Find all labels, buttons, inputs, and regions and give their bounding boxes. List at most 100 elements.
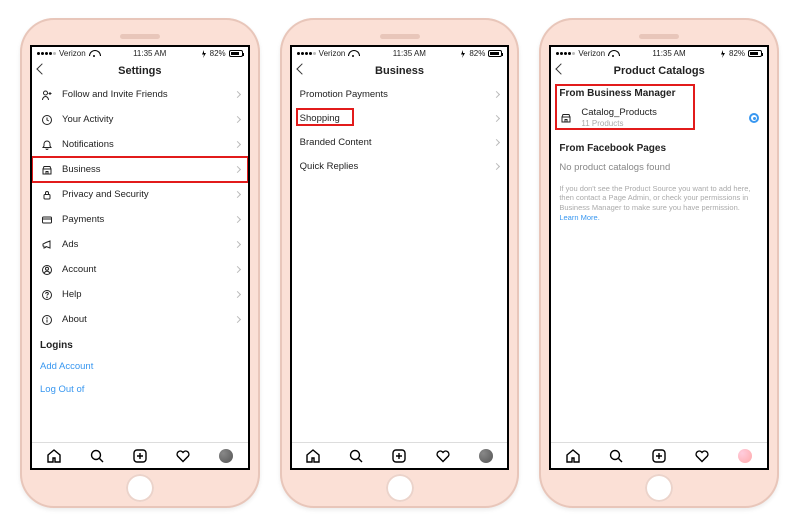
- header: Settings: [32, 60, 248, 82]
- info-icon: [40, 314, 54, 326]
- tab-activity[interactable]: [435, 448, 451, 464]
- signal-icon: [37, 52, 56, 55]
- learn-more-link[interactable]: Learn More.: [559, 213, 599, 222]
- avatar-icon: [219, 449, 233, 463]
- shop-icon: [559, 112, 573, 124]
- battery-icon: [229, 50, 243, 57]
- avatar-icon: [738, 449, 752, 463]
- battery-pct: 82%: [469, 49, 485, 58]
- tab-home[interactable]: [565, 448, 581, 464]
- row-promotion-payments[interactable]: Promotion Payments: [292, 82, 508, 106]
- carrier: Verizon: [319, 49, 346, 58]
- signal-icon: [556, 52, 575, 55]
- home-button[interactable]: [645, 474, 673, 502]
- page-title: Business: [375, 65, 424, 77]
- chevron-right-icon: [493, 138, 500, 145]
- tab-create[interactable]: [651, 448, 667, 464]
- tab-home[interactable]: [46, 448, 62, 464]
- radio-selected[interactable]: [749, 113, 759, 123]
- tab-create[interactable]: [391, 448, 407, 464]
- label: Shopping: [300, 113, 495, 124]
- charging-icon: [720, 50, 726, 58]
- row-catalog-products[interactable]: Catalog_Products 11 Products: [551, 103, 767, 133]
- tab-search[interactable]: [348, 448, 364, 464]
- wifi-icon: [608, 50, 618, 57]
- status-bar: Verizon 11:35 AM 82%: [32, 47, 248, 60]
- home-button[interactable]: [126, 474, 154, 502]
- label: Quick Replies: [300, 161, 495, 172]
- label: About: [62, 314, 235, 325]
- tab-bar: [32, 442, 248, 468]
- chevron-right-icon: [234, 116, 241, 123]
- tab-search[interactable]: [89, 448, 105, 464]
- page-title: Settings: [118, 65, 161, 77]
- row-about[interactable]: About: [32, 307, 248, 332]
- phone-2: Verizon 11:35 AM 82% Business Promotion …: [280, 18, 520, 508]
- chevron-right-icon: [493, 114, 500, 121]
- chevron-right-icon: [234, 266, 241, 273]
- catalog-count: 11 Products: [581, 119, 623, 128]
- tab-profile[interactable]: [478, 448, 494, 464]
- row-activity[interactable]: Your Activity: [32, 107, 248, 132]
- user-icon: [40, 264, 54, 276]
- header: Product Catalogs: [551, 60, 767, 82]
- chevron-right-icon: [234, 191, 241, 198]
- label: Notifications: [62, 139, 235, 150]
- back-button[interactable]: [38, 64, 50, 76]
- charging-icon: [201, 50, 207, 58]
- row-notifications[interactable]: Notifications: [32, 132, 248, 157]
- row-shopping[interactable]: Shopping: [292, 106, 508, 130]
- status-bar: Verizon 11:35 AM 82%: [551, 47, 767, 60]
- add-account-link[interactable]: Add Account: [32, 355, 248, 378]
- chevron-right-icon: [234, 316, 241, 323]
- tab-bar: [292, 442, 508, 468]
- clock: 11:35 AM: [652, 49, 685, 58]
- home-button[interactable]: [386, 474, 414, 502]
- wifi-icon: [89, 50, 99, 57]
- label: Your Activity: [62, 114, 235, 125]
- card-icon: [40, 214, 54, 226]
- label: Privacy and Security: [62, 189, 235, 200]
- row-follow-invite[interactable]: Follow and Invite Friends: [32, 82, 248, 107]
- empty-message: No product catalogs found: [551, 158, 767, 180]
- row-ads[interactable]: Ads: [32, 232, 248, 257]
- label: Help: [62, 289, 235, 300]
- clock: 11:35 AM: [133, 49, 166, 58]
- label: Business: [62, 164, 235, 175]
- row-help[interactable]: Help: [32, 282, 248, 307]
- tab-bar: [551, 442, 767, 468]
- tab-home[interactable]: [305, 448, 321, 464]
- tab-profile[interactable]: [218, 448, 234, 464]
- row-branded-content[interactable]: Branded Content: [292, 130, 508, 154]
- label: Follow and Invite Friends: [62, 89, 235, 100]
- back-button[interactable]: [557, 64, 569, 76]
- back-button[interactable]: [298, 64, 310, 76]
- chevron-right-icon: [234, 166, 241, 173]
- chevron-right-icon: [234, 141, 241, 148]
- bell-icon: [40, 139, 54, 151]
- page-title: Product Catalogs: [614, 65, 705, 77]
- logout-link[interactable]: Log Out of: [32, 378, 248, 401]
- row-payments[interactable]: Payments: [32, 207, 248, 232]
- chevron-right-icon: [234, 216, 241, 223]
- label: Account: [62, 264, 235, 275]
- tab-activity[interactable]: [694, 448, 710, 464]
- tab-search[interactable]: [608, 448, 624, 464]
- tab-profile[interactable]: [737, 448, 753, 464]
- battery-pct: 82%: [729, 49, 745, 58]
- catalog-label: Catalog_Products 11 Products: [581, 107, 749, 129]
- row-account[interactable]: Account: [32, 257, 248, 282]
- megaphone-icon: [40, 239, 54, 251]
- chevron-right-icon: [493, 162, 500, 169]
- row-quick-replies[interactable]: Quick Replies: [292, 154, 508, 178]
- header: Business: [292, 60, 508, 82]
- catalogs-body: From Business Manager Catalog_Products 1…: [551, 82, 767, 442]
- help-icon: [40, 289, 54, 301]
- lock-icon: [40, 189, 54, 201]
- tab-create[interactable]: [132, 448, 148, 464]
- section-facebook-pages: From Facebook Pages: [551, 133, 767, 158]
- chevron-right-icon: [234, 91, 241, 98]
- row-privacy[interactable]: Privacy and Security: [32, 182, 248, 207]
- tab-activity[interactable]: [175, 448, 191, 464]
- row-business[interactable]: Business: [32, 157, 248, 182]
